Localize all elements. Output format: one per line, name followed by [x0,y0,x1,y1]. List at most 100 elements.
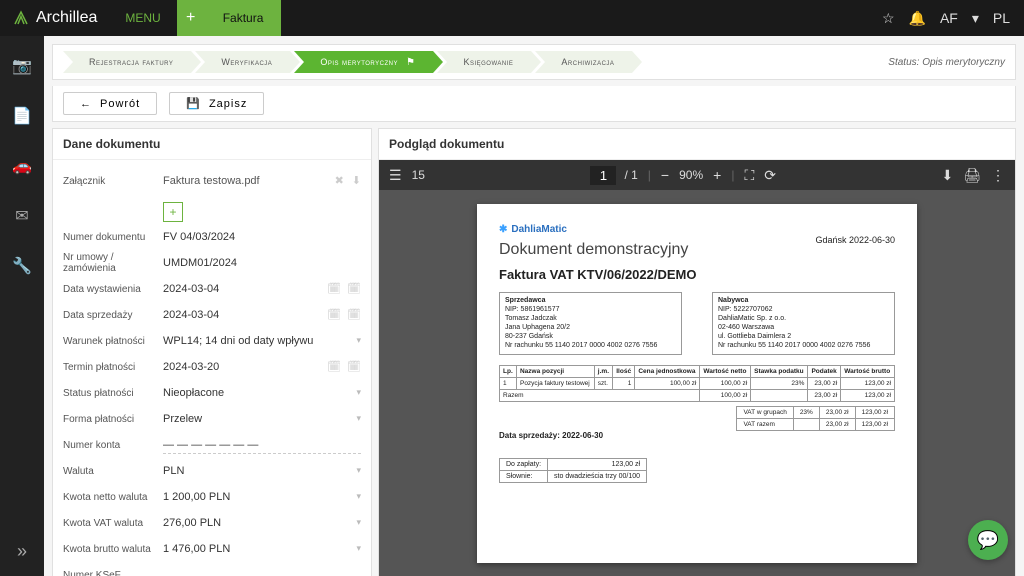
download-icon[interactable]: ⬇ [942,167,954,184]
ksef-num-field[interactable] [163,573,361,576]
document-data-panel: Dane dokumentu Załącznik Faktura testowa… [52,128,372,576]
currency-label: Waluta [63,466,163,477]
pay-form-label: Forma płatności [63,414,163,425]
pay-form-field[interactable]: Przelew▾ [163,411,361,428]
bell-icon[interactable]: 🔔 [909,10,926,27]
zoom-out-icon[interactable]: − [661,167,669,183]
camera-icon[interactable]: 📷 [12,56,32,76]
pay-term-field[interactable]: 2024-03-20🗓🗓 [163,358,361,376]
tab-faktura[interactable]: Faktura [205,0,282,36]
net-field[interactable]: 1 200,00 PLN▾ [163,489,361,506]
chevron-down-icon: ▾ [356,387,361,398]
vat-field[interactable]: 276,00 PLN▾ [163,515,361,532]
rotate-icon[interactable]: ⟳ [764,167,776,184]
step-opis-label: Opis merytoryczny [320,57,398,67]
step-opis[interactable]: Opis merytoryczny ⚑ [294,51,433,73]
step-weryfikacja[interactable]: Weryfikacja [195,51,290,73]
wrench-icon[interactable]: 🔧 [12,256,32,276]
calendar-icon[interactable]: 🗓 [347,308,361,321]
user-initials[interactable]: AF [940,10,958,26]
chevron-down-icon: ▾ [356,491,361,502]
currency-field[interactable]: PLN▾ [163,463,361,480]
brand-text: Archillea [36,9,97,27]
order-field[interactable]: UMDM01/2024 [163,255,361,272]
pdf-page-input[interactable] [590,166,616,185]
doc-number-label: Numer dokumentu [63,232,163,243]
pdf-stage[interactable]: ✱DahliaMatic Gdańsk 2022-06-30 Dokument … [379,190,1015,576]
attachment-label: Załącznik [63,176,163,187]
add-attachment-button[interactable]: + [163,202,183,222]
fit-page-icon[interactable]: ⛶ [744,167,754,184]
doc-number-field[interactable]: FV 04/03/2024 [163,229,361,246]
calendar-icon[interactable]: 🗓 [347,282,361,295]
calendar-icon[interactable]: 🗓 [327,308,341,321]
net-label: Kwota netto waluta [63,492,163,503]
action-buttons: ←Powrót 💾Zapisz [52,86,1016,122]
remove-attachment-icon[interactable]: ✖ [335,174,344,187]
more-icon[interactable]: ⋮ [991,167,1005,184]
buyer-box: Nabywca NIP: 5222707062 DahliaMatic Sp. … [712,292,895,355]
pdf-sale-date: Data sprzedaży: 2022-06-30 [499,431,895,440]
download-attachment-icon[interactable]: ⬇ [352,174,361,187]
invoice-lines-table: Lp.Nazwa pozycjij.m.IlośćCena jednostkow… [499,365,895,402]
chevron-down-icon: ▾ [356,335,361,346]
pdf-toolbar: ☰ 15 / 1 | − 90% + | ⛶ ⟳ ⬇ 🖨 ⋮ [379,160,1015,190]
logo-icon [12,9,30,27]
sale-date-field[interactable]: 2024-03-04🗓🗓 [163,306,361,324]
flag-icon: ⚑ [406,57,415,68]
gross-label: Kwota brutto waluta [63,544,163,555]
chevron-down-icon: ▾ [356,413,361,424]
pdf-page: ✱DahliaMatic Gdańsk 2022-06-30 Dokument … [477,204,917,563]
step-archiwizacja[interactable]: Archiwizacja [535,51,632,73]
step-ksiegowanie[interactable]: Księgowanie [437,51,531,73]
pdf-city-date: Gdańsk 2022-06-30 [815,235,895,245]
pdf-page-total: / 1 [624,168,637,182]
calendar-icon[interactable]: 🗓 [327,360,341,373]
order-label: Nr umowy / zamówienia [63,252,163,274]
print-icon[interactable]: 🖨 [963,167,981,184]
main-area: Rejestracja faktury Weryfikacja Opis mer… [44,36,1024,576]
mail-icon[interactable]: ✉ [15,206,28,226]
pay-status-label: Status płatności [63,388,163,399]
document-preview-panel: Podgląd dokumentu ☰ 15 / 1 | − 90% + | ⛶… [378,128,1016,576]
pdf-invoice-title: Faktura VAT KTV/06/2022/DEMO [499,267,895,282]
zoom-in-icon[interactable]: + [713,167,721,183]
attachment-value[interactable]: Faktura testowa.pdf ✖⬇ [163,172,361,190]
zoom-value: 90% [679,168,703,182]
account-field[interactable]: — — — — — — — [163,437,361,454]
topbar-right: ☆ 🔔 AF ▾ PL [882,10,1024,27]
save-button[interactable]: 💾Zapisz [169,92,264,115]
pdf-brand: ✱DahliaMatic [499,224,895,235]
expand-sidebar-icon[interactable]: » [17,541,27,562]
calendar-icon[interactable]: 🗓 [327,282,341,295]
workflow-stepper: Rejestracja faktury Weryfikacja Opis mer… [52,44,1016,80]
save-icon: 💾 [186,97,201,110]
menu-button[interactable]: MENU [109,11,176,25]
user-dropdown-icon[interactable]: ▾ [972,10,979,27]
pay-term-label: Termin płatności [63,362,163,373]
account-label: Numer konta [63,440,163,451]
pdf-name: 15 [412,168,425,182]
pay-status-field[interactable]: Nieopłacone▾ [163,385,361,402]
gross-field[interactable]: 1 476,00 PLN▾ [163,541,361,558]
arrow-left-icon: ← [80,98,92,110]
app-logo: Archillea [0,9,109,27]
right-panel-title: Podgląd dokumentu [379,129,1015,160]
chevron-down-icon: ▾ [356,465,361,476]
status-label: Status: Opis merytoryczny [888,57,1005,68]
document-icon[interactable]: 📄 [12,106,32,126]
star-icon[interactable]: ☆ [882,10,895,27]
chat-button[interactable]: 💬 [968,520,1008,560]
new-button[interactable]: + [177,0,205,36]
issue-date-field[interactable]: 2024-03-04🗓🗓 [163,280,361,298]
pdf-menu-icon[interactable]: ☰ [389,167,402,184]
left-sidebar: 📷 📄 🚗 ✉ 🔧 » [0,36,44,576]
back-button[interactable]: ←Powrót [63,92,157,115]
pay-cond-field[interactable]: WPL14; 14 dni od daty wpływu▾ [163,333,361,350]
seller-box: Sprzedawca NIP: 5861961577 Tomasz Jadcza… [499,292,682,355]
calendar-icon[interactable]: 🗓 [347,360,361,373]
vat-label: Kwota VAT waluta [63,518,163,529]
car-icon[interactable]: 🚗 [12,156,32,176]
step-rejestracja[interactable]: Rejestracja faktury [63,51,191,73]
lang-label[interactable]: PL [993,10,1010,26]
